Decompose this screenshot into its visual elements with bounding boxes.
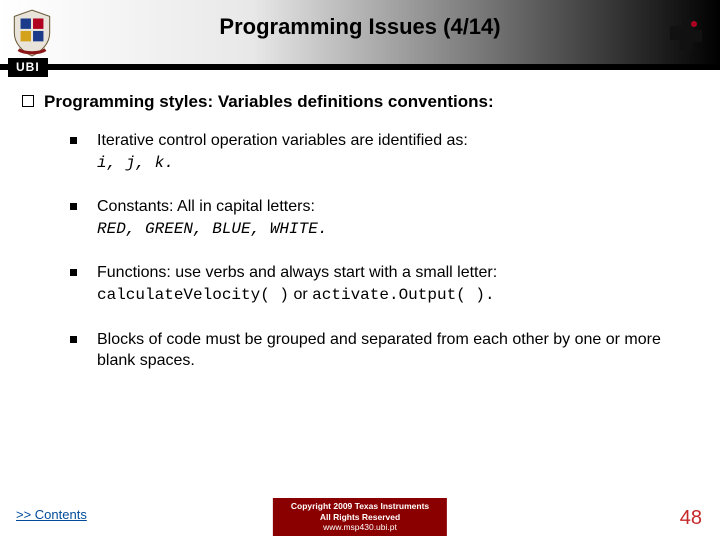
item-mid: or bbox=[289, 286, 312, 303]
item-text: Functions: use verbs and always start wi… bbox=[97, 264, 497, 281]
list-item: Blocks of code must be grouped and separ… bbox=[70, 329, 698, 372]
ti-logo-icon bbox=[664, 12, 708, 56]
slide-title: Programming Issues (4/14) bbox=[0, 14, 720, 40]
ubi-crest-icon bbox=[6, 6, 58, 58]
list-item-body: Blocks of code must be grouped and separ… bbox=[97, 329, 698, 372]
item-code-b: activate.Output( ). bbox=[312, 286, 494, 304]
main-heading: Programming styles: Variables definition… bbox=[44, 92, 494, 112]
square-bullet-icon bbox=[70, 203, 77, 210]
page-number: 48 bbox=[680, 507, 702, 530]
list-item: Iterative control operation variables ar… bbox=[70, 130, 698, 174]
ubi-tag: UBI bbox=[8, 58, 48, 77]
list-item-body: Constants: All in capital letters: RED, … bbox=[97, 196, 698, 240]
list-item: Functions: use verbs and always start wi… bbox=[70, 262, 698, 306]
item-text: Blocks of code must be grouped and separ… bbox=[97, 331, 661, 370]
item-code-a: calculateVelocity( ) bbox=[97, 286, 289, 304]
item-code: RED, GREEN, BLUE, WHITE. bbox=[97, 220, 327, 238]
slide: Programming Issues (4/14) UBI Programmin… bbox=[0, 0, 720, 540]
footer: >> Contents Copyright 2009 Texas Instrum… bbox=[0, 488, 720, 540]
list-item-body: Iterative control operation variables ar… bbox=[97, 130, 698, 174]
item-text: Constants: All in capital letters: bbox=[97, 198, 315, 215]
header-band: Programming Issues (4/14) UBI bbox=[0, 0, 720, 70]
slide-body: Programming styles: Variables definition… bbox=[0, 70, 720, 488]
list-item-body: Functions: use verbs and always start wi… bbox=[97, 262, 698, 306]
copyright-line1: Copyright 2009 Texas Instruments bbox=[291, 501, 429, 512]
copyright-url: www.msp430.ubi.pt bbox=[291, 522, 429, 533]
copyright-box: Copyright 2009 Texas Instruments All Rig… bbox=[273, 498, 447, 536]
main-heading-row: Programming styles: Variables definition… bbox=[22, 92, 698, 112]
checkbox-bullet-icon bbox=[22, 95, 34, 107]
item-text: Iterative control operation variables ar… bbox=[97, 132, 468, 149]
square-bullet-icon bbox=[70, 269, 77, 276]
item-code: i, j, k. bbox=[97, 154, 174, 172]
list-item: Constants: All in capital letters: RED, … bbox=[70, 196, 698, 240]
bullet-list: Iterative control operation variables ar… bbox=[70, 130, 698, 372]
contents-link[interactable]: >> Contents bbox=[16, 507, 87, 522]
copyright-line2: All Rights Reserved bbox=[291, 512, 429, 523]
square-bullet-icon bbox=[70, 336, 77, 343]
square-bullet-icon bbox=[70, 137, 77, 144]
